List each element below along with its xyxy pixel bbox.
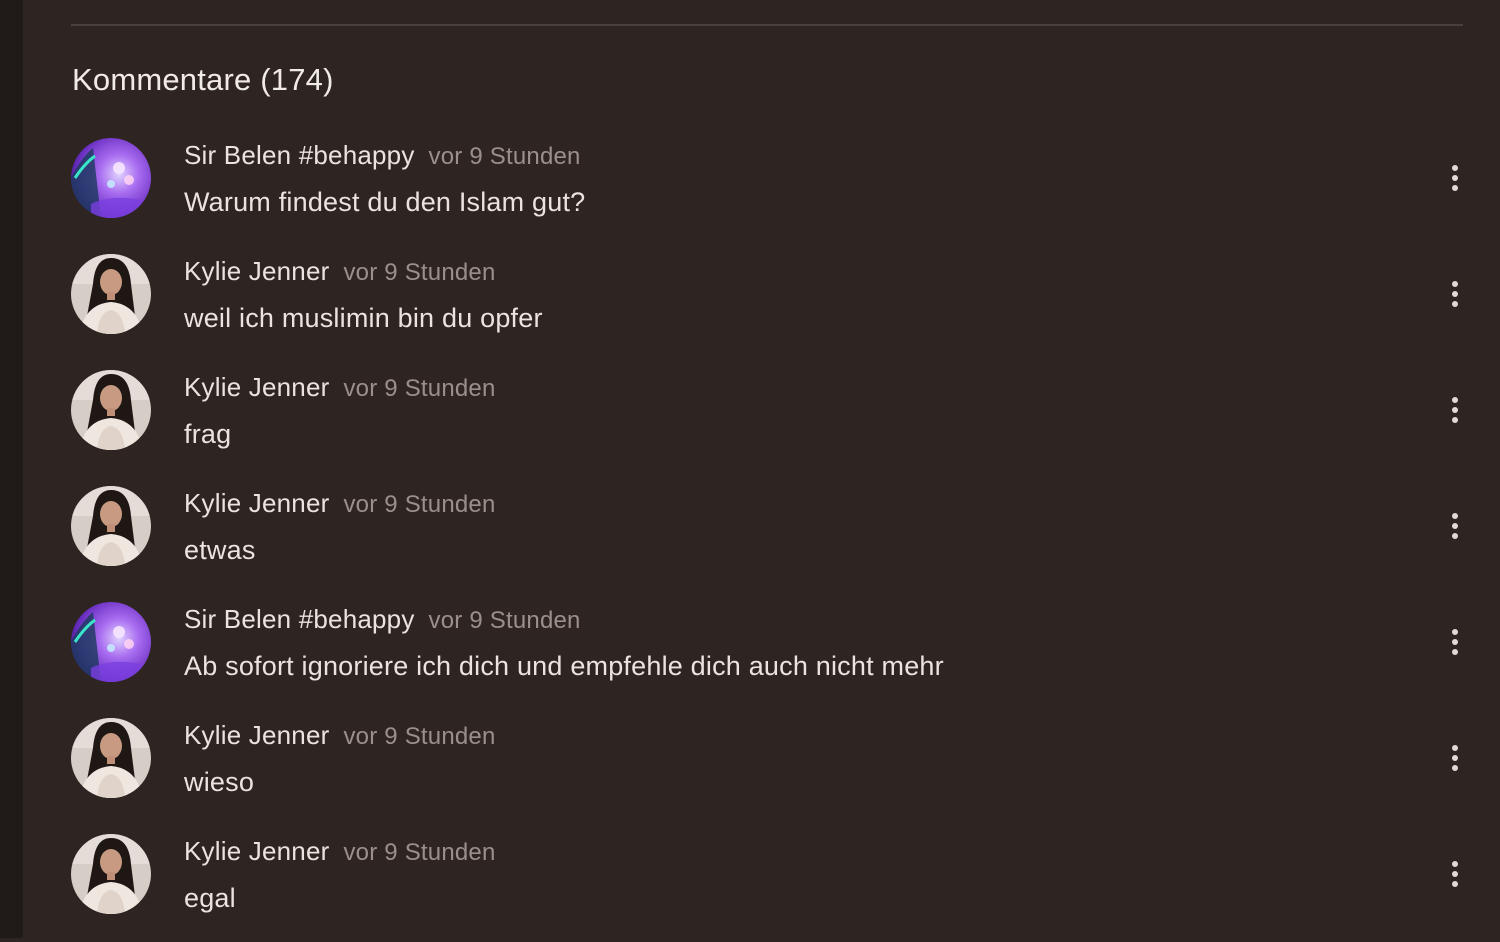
comment-item: Sir Belen #behappy vor 9 Stunden Ab sofor… bbox=[23, 594, 1500, 710]
comment-author[interactable]: Kylie Jenner bbox=[184, 256, 329, 286]
more-vertical-icon bbox=[1452, 629, 1458, 635]
comment-time: vor 9 Stunden bbox=[343, 723, 496, 750]
more-options-button[interactable] bbox=[1441, 392, 1469, 428]
comment-meta: Sir Belen #behappy vor 9 Stunden bbox=[184, 604, 581, 635]
more-options-button[interactable] bbox=[1441, 160, 1469, 196]
comment-text: Warum findest du den Islam gut? bbox=[184, 187, 586, 217]
comment-meta: Kylie Jenner vor 9 Stunden bbox=[184, 836, 496, 867]
comment-item: Kylie Jenner vor 9 Stunden etwas bbox=[23, 478, 1500, 594]
comment-meta: Sir Belen #behappy vor 9 Stunden bbox=[184, 140, 581, 171]
kylie-jenner-avatar bbox=[71, 718, 151, 798]
more-vertical-icon bbox=[1452, 745, 1458, 751]
avatar[interactable] bbox=[71, 834, 151, 914]
sir-belen-avatar bbox=[71, 602, 151, 682]
comment-author[interactable]: Kylie Jenner bbox=[184, 836, 329, 866]
kylie-jenner-avatar bbox=[71, 254, 151, 334]
avatar[interactable] bbox=[71, 602, 151, 682]
section-divider bbox=[71, 24, 1463, 26]
comment-item: Kylie Jenner vor 9 Stunden egal bbox=[23, 826, 1500, 942]
comment-time: vor 9 Stunden bbox=[428, 607, 581, 634]
left-edge-strip bbox=[0, 0, 23, 938]
more-vertical-icon bbox=[1452, 165, 1458, 171]
comments-panel: Kommentare (174) Sir Belen #behappy vor … bbox=[23, 0, 1500, 938]
more-vertical-icon-dot bbox=[1452, 523, 1458, 529]
comment-time: vor 9 Stunden bbox=[343, 375, 496, 402]
comments-heading: Kommentare (174) bbox=[72, 62, 334, 97]
comment-item: Kylie Jenner vor 9 Stunden frag bbox=[23, 362, 1500, 478]
comment-author[interactable]: Kylie Jenner bbox=[184, 372, 329, 402]
comment-author[interactable]: Sir Belen #behappy bbox=[184, 140, 415, 170]
more-options-button[interactable] bbox=[1441, 740, 1469, 776]
more-vertical-icon-dot bbox=[1452, 649, 1458, 655]
comment-text: Ab sofort ignoriere ich dich und empfehl… bbox=[184, 651, 944, 681]
more-vertical-icon bbox=[1452, 513, 1458, 519]
comment-time: vor 9 Stunden bbox=[343, 491, 496, 518]
more-options-button[interactable] bbox=[1441, 508, 1469, 544]
comment-item: Sir Belen #behappy vor 9 Stunden Warum fi… bbox=[23, 130, 1500, 246]
comment-list: Sir Belen #behappy vor 9 Stunden Warum fi… bbox=[23, 130, 1500, 942]
comment-item: Kylie Jenner vor 9 Stunden weil ich musli… bbox=[23, 246, 1500, 362]
kylie-jenner-avatar bbox=[71, 486, 151, 566]
more-vertical-icon-dot bbox=[1452, 639, 1458, 645]
comment-author[interactable]: Kylie Jenner bbox=[184, 720, 329, 750]
comment-item: Kylie Jenner vor 9 Stunden wieso bbox=[23, 710, 1500, 826]
sir-belen-avatar bbox=[71, 138, 151, 218]
more-options-button[interactable] bbox=[1441, 624, 1469, 660]
comment-author[interactable]: Sir Belen #behappy bbox=[184, 604, 415, 634]
more-options-button[interactable] bbox=[1441, 276, 1469, 312]
more-vertical-icon bbox=[1452, 861, 1458, 867]
avatar[interactable] bbox=[71, 254, 151, 334]
avatar[interactable] bbox=[71, 718, 151, 798]
comment-author[interactable]: Kylie Jenner bbox=[184, 488, 329, 518]
more-vertical-icon-dot bbox=[1452, 301, 1458, 307]
kylie-jenner-avatar bbox=[71, 370, 151, 450]
comment-time: vor 9 Stunden bbox=[428, 143, 581, 170]
more-vertical-icon-dot bbox=[1452, 185, 1458, 191]
avatar[interactable] bbox=[71, 370, 151, 450]
more-vertical-icon-dot bbox=[1452, 765, 1458, 771]
more-vertical-icon-dot bbox=[1452, 417, 1458, 423]
comment-text: egal bbox=[184, 883, 236, 913]
more-vertical-icon bbox=[1452, 281, 1458, 287]
comment-text: wieso bbox=[184, 767, 255, 797]
comment-text: etwas bbox=[184, 535, 256, 565]
more-vertical-icon-dot bbox=[1452, 533, 1458, 539]
more-vertical-icon bbox=[1452, 397, 1458, 403]
avatar[interactable] bbox=[71, 138, 151, 218]
more-vertical-icon-dot bbox=[1452, 407, 1458, 413]
more-vertical-icon-dot bbox=[1452, 881, 1458, 887]
comment-time: vor 9 Stunden bbox=[343, 839, 496, 866]
more-vertical-icon-dot bbox=[1452, 871, 1458, 877]
more-vertical-icon-dot bbox=[1452, 175, 1458, 181]
comment-meta: Kylie Jenner vor 9 Stunden bbox=[184, 256, 496, 287]
comment-meta: Kylie Jenner vor 9 Stunden bbox=[184, 720, 496, 751]
comment-text: weil ich muslimin bin du opfer bbox=[184, 303, 543, 333]
comment-meta: Kylie Jenner vor 9 Stunden bbox=[184, 372, 496, 403]
comment-meta: Kylie Jenner vor 9 Stunden bbox=[184, 488, 496, 519]
avatar[interactable] bbox=[71, 486, 151, 566]
more-vertical-icon-dot bbox=[1452, 291, 1458, 297]
more-options-button[interactable] bbox=[1441, 856, 1469, 892]
kylie-jenner-avatar bbox=[71, 834, 151, 914]
more-vertical-icon-dot bbox=[1452, 755, 1458, 761]
comment-time: vor 9 Stunden bbox=[343, 259, 496, 286]
comment-text: frag bbox=[184, 419, 232, 449]
